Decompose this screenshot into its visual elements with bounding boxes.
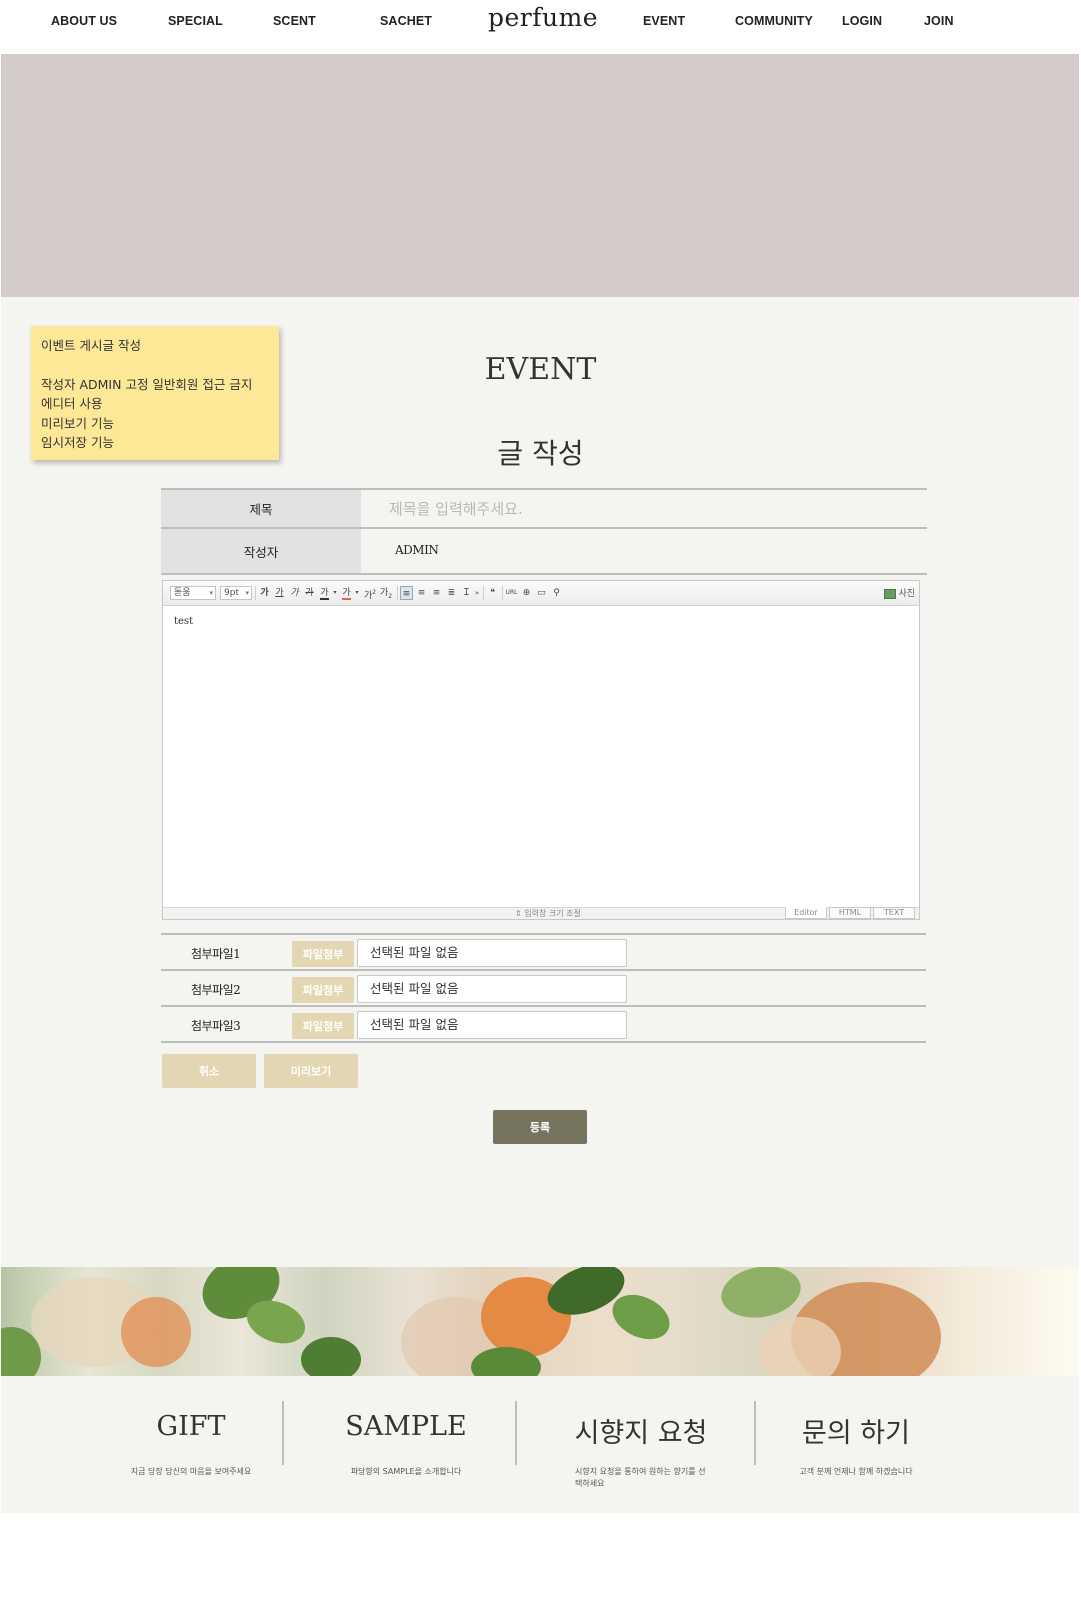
attach-file-button[interactable]: 파일첨부 (292, 941, 354, 967)
attachment-row-3: 첨부파일3 파일첨부 선택된 파일 없음 (161, 1007, 926, 1043)
chevron-down-icon[interactable]: ▾ (331, 586, 339, 600)
footer-gift-desc: 지금 당장 당신의 마음을 보여주세요 (130, 1467, 252, 1476)
footer-sample-request-title[interactable]: 시향지 요청 (561, 1411, 721, 1450)
footer-inquiry-title[interactable]: 문의 하기 (776, 1411, 936, 1450)
image-icon (884, 588, 897, 599)
top-navigation: ABOUT US SPECIAL SCENT SACHET perfume EV… (0, 0, 1081, 53)
subscript-button[interactable]: 가2 (378, 586, 394, 600)
bold-button[interactable]: 가 (258, 586, 271, 600)
file-name-field[interactable]: 선택된 파일 없음 (357, 975, 627, 1003)
special-char-icon[interactable]: ⊕ (520, 586, 533, 600)
footer-divider (754, 1401, 756, 1465)
nav-community[interactable]: COMMUNITY (735, 14, 813, 28)
footer-gift[interactable]: GIFT 지금 당장 당신의 마음을 보여주세요 (111, 1376, 271, 1513)
page-subtitle: 글 작성 (497, 437, 584, 470)
attachment-row-2: 첨부파일2 파일첨부 선택된 파일 없음 (161, 971, 926, 1007)
attach-file-button[interactable]: 파일첨부 (292, 977, 354, 1003)
footer-gift-title[interactable]: GIFT (111, 1411, 271, 1442)
nav-special[interactable]: SPECIAL (168, 14, 223, 28)
title-label: 제목 (161, 490, 361, 527)
page-title: EVENT (484, 352, 597, 387)
rich-text-editor: 돋움 ▾ 9pt ▾ 가 가 가 가 가 ▾ 가 ▾ 가2 가2 ≡ ≡ ≡ ≣ Ｉ… (162, 580, 920, 920)
align-left-icon[interactable]: ≡ (400, 586, 413, 600)
bg-color-icon[interactable]: 가 (340, 586, 353, 600)
attachment-label: 첨부파일3 (191, 1019, 241, 1033)
footer-sample-desc: 파당향의 SAMPLE을 소개합니다 (350, 1467, 462, 1476)
editor-footer: ⇕ 입력창 크기 조절 Editor HTML TEXT (163, 907, 919, 919)
footer-sample-request-desc: 시향지 요청을 통하여 원하는 향기를 선택하세요 (575, 1467, 706, 1488)
nav-event[interactable]: EVENT (643, 14, 685, 28)
attachment-row-1: 첨부파일1 파일첨부 선택된 파일 없음 (161, 935, 926, 971)
attach-file-button[interactable]: 파일첨부 (292, 1013, 354, 1039)
file-name-field[interactable]: 선택된 파일 없음 (357, 1011, 627, 1039)
italic-button[interactable]: 가 (288, 586, 301, 600)
note-line: 에디터 사용 (41, 396, 103, 411)
font-select[interactable]: 돋움 ▾ (170, 586, 216, 600)
footer-divider (282, 1401, 284, 1465)
flower-banner-image (1, 1267, 1079, 1376)
nav-login[interactable]: LOGIN (842, 14, 882, 28)
footer-sample[interactable]: SAMPLE 파당향의 SAMPLE을 소개합니다 (326, 1376, 486, 1513)
strikethrough-button[interactable]: 가 (303, 586, 316, 600)
table-icon[interactable]: ▭ (535, 586, 548, 600)
align-justify-icon[interactable]: ≣ (445, 586, 458, 600)
more-icon[interactable]: » (473, 586, 481, 600)
underline-button[interactable]: 가 (273, 586, 286, 600)
preview-button[interactable]: 미리보기 (264, 1054, 358, 1088)
nav-join[interactable]: JOIN (924, 14, 954, 28)
writer-label: 작성자 (161, 529, 361, 573)
footer-divider (515, 1401, 517, 1465)
footer-inquiry[interactable]: 문의 하기 고객 분께 언제나 함께 하겠습니다 (776, 1376, 936, 1513)
footer-sample-request[interactable]: 시향지 요청 시향지 요청을 통하여 원하는 향기를 선택하세요 (561, 1376, 721, 1513)
attachment-label: 첨부파일1 (191, 947, 241, 961)
title-input[interactable] (361, 490, 927, 527)
editor-toolbar: 돋움 ▾ 9pt ▾ 가 가 가 가 가 ▾ 가 ▾ 가2 가2 ≡ ≡ ≡ ≣ Ｉ… (163, 581, 919, 606)
nav-about-us[interactable]: ABOUT US (51, 14, 117, 28)
superscript-button[interactable]: 가2 (362, 586, 378, 601)
photo-button[interactable]: 사진 (884, 586, 915, 599)
editor-content-area[interactable]: test (163, 607, 919, 902)
text-color-icon[interactable]: 가 (318, 586, 331, 600)
submit-button[interactable]: 등록 (493, 1110, 587, 1144)
align-center-icon[interactable]: ≡ (415, 586, 428, 600)
nav-sachet[interactable]: SACHET (380, 14, 432, 28)
chevron-down-icon[interactable]: ▾ (353, 586, 361, 600)
writer-value: ADMIN (395, 543, 439, 557)
footer-sample-title[interactable]: SAMPLE (326, 1411, 486, 1442)
line-height-icon[interactable]: Ｉ (460, 586, 473, 600)
font-size-select[interactable]: 9pt ▾ (220, 586, 252, 600)
resize-handle[interactable]: ⇕ 입력창 크기 조절 (515, 908, 581, 919)
tab-html[interactable]: HTML (829, 907, 871, 919)
nav-scent[interactable]: SCENT (273, 14, 316, 28)
tab-text[interactable]: TEXT (873, 907, 915, 919)
quote-icon[interactable]: ❝ (486, 586, 499, 600)
footer-inquiry-desc: 고객 분께 언제나 함께 하겠습니다 (799, 1467, 913, 1476)
link-icon[interactable]: URL (505, 586, 518, 600)
writer-row: 작성자 ADMIN (161, 529, 927, 575)
attachment-label: 첨부파일2 (191, 983, 241, 997)
note-line: 미리보기 기능 (41, 415, 114, 431)
cancel-button[interactable]: 취소 (162, 1054, 256, 1088)
file-name-field[interactable]: 선택된 파일 없음 (357, 939, 627, 967)
title-row: 제목 (161, 488, 927, 529)
search-icon[interactable]: ⚲ (550, 586, 563, 600)
align-right-icon[interactable]: ≡ (430, 586, 443, 600)
footer-links: GIFT 지금 당장 당신의 마음을 보여주세요 SAMPLE 파당향의 SAM… (1, 1376, 1079, 1513)
hero-banner (1, 54, 1079, 297)
site-logo[interactable]: perfume (488, 3, 598, 32)
tab-editor[interactable]: Editor (785, 907, 827, 919)
